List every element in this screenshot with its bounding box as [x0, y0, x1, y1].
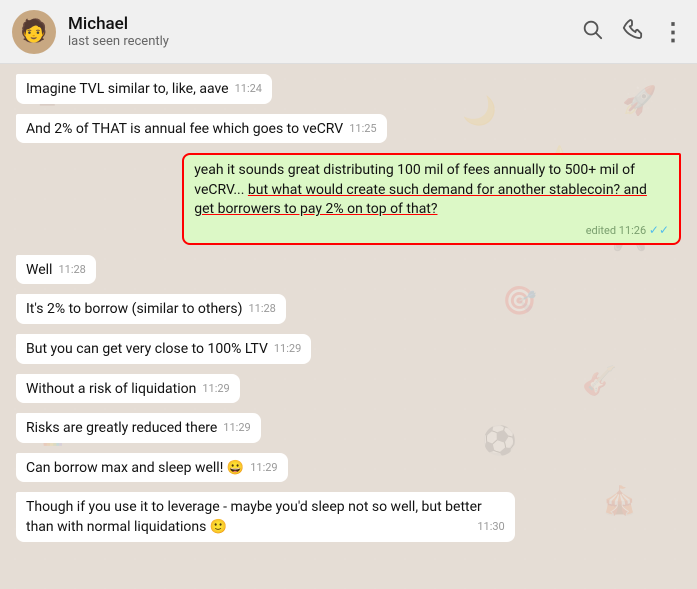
message-row: And 2% of THAT is annual fee which goes … [16, 114, 681, 144]
message-bubble: Imagine TVL similar to, like, aave 11:24 [16, 74, 272, 104]
message-bubble: Without a risk of liquidation 11:29 [16, 374, 240, 404]
message-bubble: Can borrow max and sleep well! 😀 11:29 [16, 453, 288, 483]
chat-area: 🚀 ⭐ 🌙 🎮 🎯 🎸 ⚽ 🎪 🏆 🌈 Imagine TVL similar … [0, 64, 697, 589]
message-timestamp: 11:28 [248, 302, 275, 315]
message-row: Imagine TVL similar to, like, aave 11:24 [16, 74, 681, 104]
message-row: Though if you use it to leverage - maybe… [16, 492, 681, 541]
phone-icon[interactable] [621, 18, 643, 45]
message-bubble: Though if you use it to leverage - maybe… [16, 492, 515, 541]
message-row: Risks are greatly reduced there 11:29 [16, 413, 681, 443]
message-bubble: And 2% of THAT is annual fee which goes … [16, 114, 387, 144]
message-bubble: Well 11:28 [16, 255, 96, 285]
message-bubble: It's 2% to borrow (similar to others) 11… [16, 294, 286, 324]
message-timestamp: 11:29 [274, 342, 301, 355]
message-text: Well [26, 262, 52, 278]
message-timestamp: 11:29 [250, 461, 277, 474]
avatar[interactable]: 🧑 [12, 10, 56, 54]
message-bubble: But you can get very close to 100% LTV 1… [16, 334, 311, 364]
read-receipt-icon: ✓✓ [649, 223, 669, 237]
contact-status: last seen recently [68, 34, 581, 49]
message-row: But you can get very close to 100% LTV 1… [16, 334, 681, 364]
message-row: Without a risk of liquidation 11:29 [16, 374, 681, 404]
message-text: Imagine TVL similar to, like, aave [26, 81, 229, 97]
message-timestamp: 11:24 [235, 82, 262, 95]
message-row: Can borrow max and sleep well! 😀 11:29 [16, 453, 681, 483]
message-text: Risks are greatly reduced there [26, 420, 217, 436]
message-text: Can borrow max and sleep well! 😀 [26, 460, 244, 476]
header-actions: ⋮ [581, 18, 685, 45]
edited-timestamp: edited 11:26 ✓✓ [194, 222, 669, 239]
more-options-icon[interactable]: ⋮ [661, 20, 685, 44]
search-icon[interactable] [581, 18, 603, 45]
contact-info: Michael last seen recently [68, 14, 581, 49]
message-text: Though if you use it to leverage - maybe… [26, 499, 482, 535]
message-text: But you can get very close to 100% LTV [26, 341, 268, 357]
message-text: It's 2% to borrow (similar to others) [26, 301, 242, 317]
message-timestamp: 11:29 [202, 382, 229, 395]
message-timestamp: 11:30 [477, 520, 504, 533]
message-bubble-highlighted: yeah it sounds great distributing 100 mi… [182, 153, 681, 245]
message-row: yeah it sounds great distributing 100 mi… [16, 153, 681, 245]
message-timestamp: 11:29 [223, 421, 250, 434]
message-timestamp: 11:25 [349, 122, 376, 135]
message-row: It's 2% to borrow (similar to others) 11… [16, 294, 681, 324]
message-text: And 2% of THAT is annual fee which goes … [26, 121, 343, 137]
chat-header: 🧑 Michael last seen recently ⋮ [0, 0, 697, 64]
message-timestamp: 11:28 [58, 263, 85, 276]
message-bubble: Risks are greatly reduced there 11:29 [16, 413, 261, 443]
message-text: Without a risk of liquidation [26, 381, 196, 397]
contact-name: Michael [68, 14, 581, 34]
message-row: Well 11:28 [16, 255, 681, 285]
message-text: yeah it sounds great distributing 100 mi… [194, 162, 647, 217]
